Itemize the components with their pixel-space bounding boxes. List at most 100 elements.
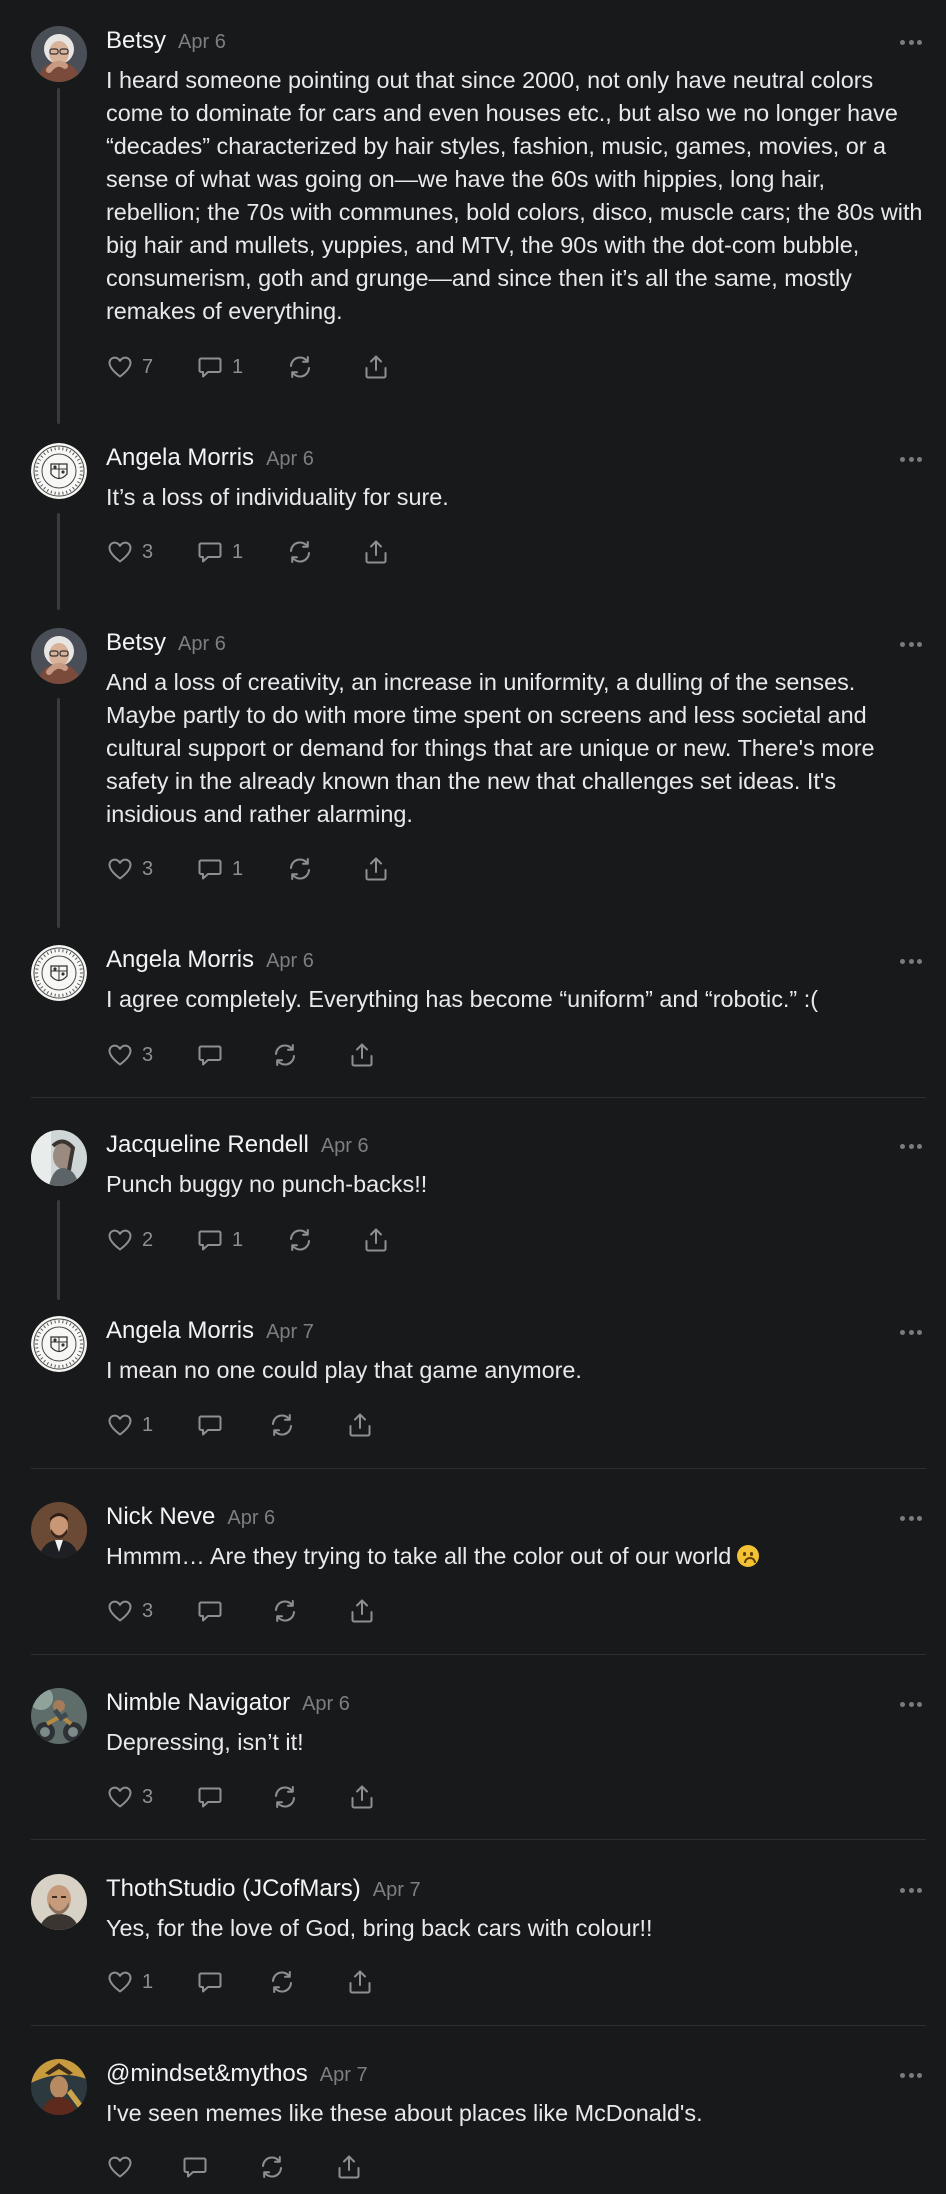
comment-date[interactable]: Apr 7 (373, 1879, 421, 1901)
reply-button[interactable] (196, 1410, 224, 1440)
comment-text-content: Hmmm… Are they trying to take all the co… (106, 1543, 732, 1569)
comment-date[interactable]: Apr 6 (178, 31, 226, 53)
comment-date[interactable]: Apr 7 (320, 2064, 368, 2086)
comment-header: Jacqueline Rendell Apr 6 (106, 1131, 369, 1159)
avatar[interactable] (31, 2059, 87, 2115)
repost-icon (271, 1041, 299, 1069)
comment-header: Angela Morris Apr 7 (106, 1317, 314, 1345)
avatar[interactable] (31, 628, 87, 684)
reply-button[interactable]: 1 (196, 854, 243, 884)
avatar[interactable] (31, 1130, 87, 1186)
share-button[interactable] (335, 2152, 363, 2182)
like-count: 3 (142, 1599, 154, 1622)
repost-button[interactable] (286, 352, 314, 382)
avatar[interactable] (31, 1316, 87, 1372)
like-button[interactable]: 3 (106, 1782, 153, 1812)
avatar[interactable] (31, 26, 87, 82)
repost-icon (271, 1783, 299, 1811)
like-button[interactable]: 3 (106, 1596, 153, 1626)
repost-button[interactable] (271, 1040, 299, 1070)
repost-button[interactable] (286, 1225, 314, 1255)
comment-date[interactable]: Apr 6 (302, 1693, 350, 1715)
like-button[interactable]: 3 (106, 1040, 153, 1070)
like-button[interactable]: 3 (106, 537, 153, 567)
more-options-icon[interactable] (900, 1516, 922, 1522)
thread-divider (31, 1468, 926, 1469)
like-button[interactable]: 1 (106, 1410, 153, 1440)
share-button[interactable] (348, 1040, 376, 1070)
comment-date[interactable]: Apr 6 (227, 1507, 275, 1529)
more-options-icon[interactable] (900, 457, 922, 463)
reply-button[interactable] (196, 1782, 224, 1812)
author-name[interactable]: @mindset&mythos (106, 2060, 308, 2087)
reply-button[interactable]: 1 (196, 537, 243, 567)
more-options-icon[interactable] (900, 2073, 922, 2079)
comment-date[interactable]: Apr 6 (321, 1135, 369, 1157)
like-button[interactable] (106, 2152, 134, 2182)
repost-button[interactable] (268, 1410, 296, 1440)
comment-icon (196, 538, 224, 566)
comment-text-content: Yes, for the love of God, bring back car… (106, 1915, 653, 1941)
comment-text-content: I've seen memes like these about places … (106, 2100, 703, 2126)
author-name[interactable]: Angela Morris (106, 444, 254, 471)
author-name[interactable]: Betsy (106, 27, 166, 54)
author-name[interactable]: Nimble Navigator (106, 1689, 290, 1716)
avatar[interactable] (31, 1688, 87, 1744)
more-options-icon[interactable] (900, 1330, 922, 1336)
comment-date[interactable]: Apr 6 (178, 633, 226, 655)
share-button[interactable] (348, 1596, 376, 1626)
author-name[interactable]: Betsy (106, 629, 166, 656)
like-button[interactable]: 3 (106, 854, 153, 884)
comment-date[interactable]: Apr 6 (266, 950, 314, 972)
repost-button[interactable] (286, 537, 314, 567)
comment-date[interactable]: Apr 6 (266, 448, 314, 470)
share-button[interactable] (362, 854, 390, 884)
avatar[interactable] (31, 1874, 87, 1930)
repost-button[interactable] (286, 854, 314, 884)
comment-icon (196, 353, 224, 381)
like-count: 1 (142, 1413, 154, 1436)
more-options-icon[interactable] (900, 642, 922, 648)
comment-date[interactable]: Apr 7 (266, 1321, 314, 1343)
reply-count: 1 (232, 857, 244, 880)
share-button[interactable] (348, 1782, 376, 1812)
reply-button[interactable]: 1 (196, 1225, 243, 1255)
author-name[interactable]: Nick Neve (106, 1503, 215, 1530)
share-button[interactable] (346, 1410, 374, 1440)
share-icon (362, 353, 390, 381)
comment-actions: 3 (106, 1782, 506, 1812)
more-options-icon[interactable] (900, 1888, 922, 1894)
comment-actions: 1 (106, 1410, 506, 1440)
reply-button[interactable] (196, 1040, 224, 1070)
thread-line (57, 1200, 60, 1300)
repost-button[interactable] (268, 1967, 296, 1997)
share-button[interactable] (362, 537, 390, 567)
share-button[interactable] (362, 1225, 390, 1255)
share-button[interactable] (362, 352, 390, 382)
avatar[interactable] (31, 945, 87, 1001)
share-button[interactable] (346, 1967, 374, 1997)
avatar[interactable] (31, 1502, 87, 1558)
like-button[interactable]: 1 (106, 1967, 153, 1997)
avatar[interactable] (31, 443, 87, 499)
more-options-icon[interactable] (900, 1702, 922, 1708)
more-options-icon[interactable] (900, 959, 922, 965)
repost-icon (286, 353, 314, 381)
author-name[interactable]: Angela Morris (106, 946, 254, 973)
reply-button[interactable] (196, 1596, 224, 1626)
comment-text-content: I heard someone pointing out that since … (106, 67, 923, 324)
heart-icon (106, 353, 134, 381)
repost-button[interactable] (271, 1782, 299, 1812)
author-name[interactable]: Jacqueline Rendell (106, 1131, 309, 1158)
repost-button[interactable] (271, 1596, 299, 1626)
more-options-icon[interactable] (900, 1144, 922, 1150)
reply-button[interactable] (181, 2152, 209, 2182)
reply-button[interactable]: 1 (196, 352, 243, 382)
like-button[interactable]: 7 (106, 352, 153, 382)
more-options-icon[interactable] (900, 40, 922, 46)
reply-button[interactable] (196, 1967, 224, 1997)
repost-button[interactable] (258, 2152, 286, 2182)
like-button[interactable]: 2 (106, 1225, 153, 1255)
author-name[interactable]: ThothStudio (JCofMars) (106, 1875, 361, 1902)
author-name[interactable]: Angela Morris (106, 1317, 254, 1344)
